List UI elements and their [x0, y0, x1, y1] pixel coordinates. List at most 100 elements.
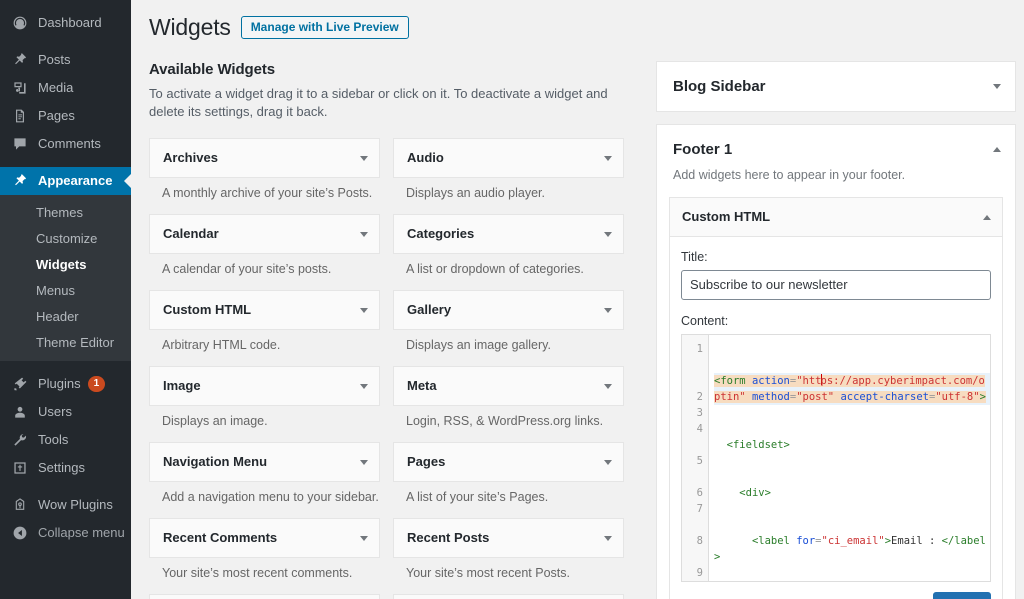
- line-number: 2: [682, 389, 703, 405]
- line-number: 3: [682, 405, 703, 421]
- appearance-submenu: Themes Customize Widgets Menus Header Th…: [0, 195, 131, 361]
- widget-header-categories[interactable]: Categories: [393, 214, 624, 254]
- widget-description: Arbitrary HTML code.: [149, 330, 380, 354]
- line-number: 1: [682, 341, 703, 357]
- widget-description: Add a navigation menu to your sidebar.: [149, 482, 380, 506]
- plugins-icon: [10, 374, 30, 394]
- sidebar-description: Add widgets here to appear in your foote…: [657, 167, 1015, 197]
- sidebar-item-users[interactable]: Users: [0, 398, 131, 426]
- code-line-2: <fieldset>: [714, 437, 990, 453]
- widget-title: Gallery: [407, 302, 451, 318]
- chevron-down-icon[interactable]: [360, 308, 368, 313]
- widget-title: Categories: [407, 226, 474, 242]
- chevron-down-icon[interactable]: [604, 384, 612, 389]
- widget-header-rss[interactable]: RSS: [149, 594, 380, 599]
- submenu-item-customize[interactable]: Customize: [0, 226, 131, 252]
- sidebar-item-tools[interactable]: Tools: [0, 426, 131, 454]
- chevron-down-icon[interactable]: [604, 156, 612, 161]
- chevron-down-icon[interactable]: [604, 536, 612, 541]
- page-title: Widgets: [149, 13, 231, 42]
- chevron-down-icon[interactable]: [360, 460, 368, 465]
- save-widget-button[interactable]: Save: [933, 592, 992, 599]
- admin-sidebar: Dashboard Posts Media Pages Commen: [0, 0, 131, 599]
- submenu-item-widgets[interactable]: Widgets: [0, 252, 131, 278]
- chevron-down-icon[interactable]: [360, 384, 368, 389]
- sidebar-item-label: Posts: [38, 46, 71, 74]
- widget-title: Custom HTML: [163, 302, 251, 318]
- chevron-down-icon[interactable]: [360, 232, 368, 237]
- widget-description: A list or dropdown of categories.: [393, 254, 624, 278]
- chevron-down-icon[interactable]: [604, 308, 612, 313]
- collapse-menu-label: Collapse menu: [38, 519, 125, 547]
- widget-card: Audio Displays an audio player.: [393, 138, 624, 202]
- sidebar-header-blog-sidebar[interactable]: Blog Sidebar: [657, 62, 1015, 111]
- comments-icon: [10, 134, 30, 154]
- sidebar-item-label: Pages: [38, 102, 75, 130]
- widget-card: Recent Comments Your site’s most recent …: [149, 518, 380, 582]
- code-content[interactable]: <form action="https://app.cyberimpact.co…: [709, 335, 990, 581]
- widget-title: Calendar: [163, 226, 219, 242]
- sidebar-item-settings[interactable]: Settings: [0, 454, 131, 482]
- sidebar-item-wow-plugins[interactable]: Wow Plugins: [0, 491, 131, 519]
- line-number: 7: [682, 501, 703, 517]
- widget-description: Login, RSS, & WordPress.org links.: [393, 406, 624, 430]
- submenu-item-theme-editor[interactable]: Theme Editor: [0, 330, 131, 356]
- widget-header-navigation-menu[interactable]: Navigation Menu: [149, 442, 380, 482]
- chevron-up-icon[interactable]: [983, 215, 991, 220]
- sidebar-item-pages[interactable]: Pages: [0, 102, 131, 130]
- menu-spacer-top: [0, 0, 131, 9]
- widget-title: Archives: [163, 150, 218, 166]
- sidebar-item-label: Settings: [38, 454, 85, 482]
- widget-header-custom-html[interactable]: Custom HTML: [149, 290, 380, 330]
- widget-title-input[interactable]: [681, 270, 991, 300]
- widget-card: RSS Entries from any RSS or Atom feed.: [149, 594, 380, 599]
- sidebar-item-comments[interactable]: Comments: [0, 130, 131, 158]
- chevron-down-icon[interactable]: [993, 84, 1001, 89]
- widget-header-image[interactable]: Image: [149, 366, 380, 406]
- widget-header-gallery[interactable]: Gallery: [393, 290, 624, 330]
- sidebar-blog-sidebar: Blog Sidebar: [656, 61, 1016, 112]
- widget-card: Meta Login, RSS, & WordPress.org links.: [393, 366, 624, 430]
- widget-header-pages[interactable]: Pages: [393, 442, 624, 482]
- widget-header-recent-posts[interactable]: Recent Posts: [393, 518, 624, 558]
- available-widgets-column-left: Archives A monthly archive of your site’…: [149, 138, 380, 599]
- sidebar-item-label: Wow Plugins: [38, 491, 113, 519]
- collapse-icon: [10, 523, 30, 543]
- sidebar-item-posts[interactable]: Posts: [0, 46, 131, 74]
- submenu-item-themes[interactable]: Themes: [0, 200, 131, 226]
- widget-header-audio[interactable]: Audio: [393, 138, 624, 178]
- chevron-down-icon[interactable]: [604, 460, 612, 465]
- active-widget-header[interactable]: Custom HTML: [670, 198, 1002, 237]
- code-line-3: <div>: [714, 485, 990, 501]
- code-editor[interactable]: 1 2 3 4 5: [681, 334, 991, 582]
- widget-header-search[interactable]: Search: [393, 594, 624, 599]
- available-widgets-heading: Available Widgets: [149, 61, 643, 78]
- widget-header-calendar[interactable]: Calendar: [149, 214, 380, 254]
- sidebar-item-label: Users: [38, 398, 72, 426]
- pages-icon: [10, 106, 30, 126]
- widget-card: Recent Posts Your site’s most recent Pos…: [393, 518, 624, 582]
- chevron-down-icon[interactable]: [360, 536, 368, 541]
- chevron-down-icon[interactable]: [604, 232, 612, 237]
- widget-description: A calendar of your site’s posts.: [149, 254, 380, 278]
- widget-header-meta[interactable]: Meta: [393, 366, 624, 406]
- sidebar-item-label: Appearance: [38, 167, 112, 195]
- menu-spacer-1: [0, 37, 131, 46]
- sidebar-item-dashboard[interactable]: Dashboard: [0, 9, 131, 37]
- sidebar-widgets-list: Custom HTML Title: Content:: [657, 197, 1015, 599]
- tools-icon: [10, 430, 30, 450]
- widget-header-recent-comments[interactable]: Recent Comments: [149, 518, 380, 558]
- chevron-down-icon[interactable]: [360, 156, 368, 161]
- active-widget-title: Custom HTML: [682, 209, 770, 225]
- submenu-item-menus[interactable]: Menus: [0, 278, 131, 304]
- available-widgets-description: To activate a widget drag it to a sideba…: [149, 85, 609, 121]
- chevron-up-icon[interactable]: [993, 147, 1001, 152]
- manage-with-live-preview-button[interactable]: Manage with Live Preview: [241, 16, 409, 39]
- sidebar-item-media[interactable]: Media: [0, 74, 131, 102]
- widget-header-archives[interactable]: Archives: [149, 138, 380, 178]
- widget-actions: Delete Save: [681, 582, 991, 599]
- submenu-item-header[interactable]: Header: [0, 304, 131, 330]
- sidebar-item-plugins[interactable]: Plugins 1: [0, 370, 131, 398]
- sidebar-item-appearance[interactable]: Appearance: [0, 167, 131, 195]
- collapse-menu-button[interactable]: Collapse menu: [0, 519, 131, 547]
